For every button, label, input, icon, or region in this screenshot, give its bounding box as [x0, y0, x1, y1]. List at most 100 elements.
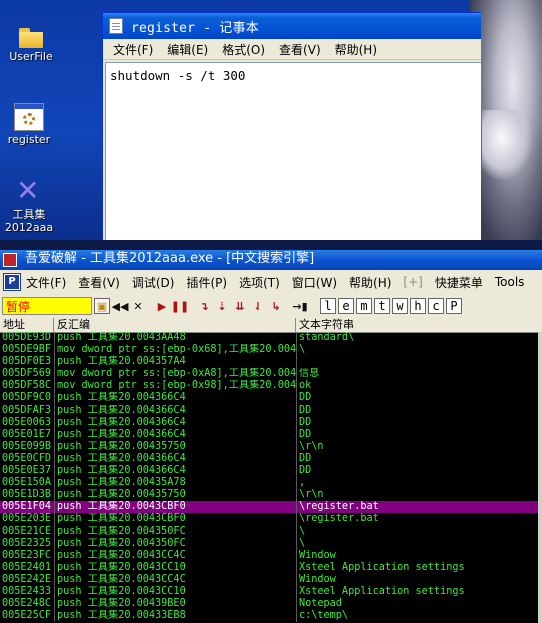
- notepad-titlebar[interactable]: register - 记事本: [103, 13, 481, 39]
- menu-window[interactable]: 窗口(W): [292, 274, 337, 291]
- menu-help[interactable]: 帮助(H): [329, 41, 383, 58]
- memory-map-button[interactable]: m: [356, 298, 372, 314]
- folder-icon: [19, 28, 43, 48]
- disassembly-cell: push 工具集20.004366C4: [54, 428, 296, 441]
- disassembly-cell: mov dword ptr ss:[ebp-0xA8],工具集20.004: [54, 368, 296, 381]
- menu-tools[interactable]: Tools: [495, 275, 525, 289]
- address-cell: 005DF9C0: [2, 392, 52, 404]
- desktop-icon-label: 工具集: [12, 208, 46, 221]
- notepad-text-area[interactable]: shutdown -s /t 300: [105, 62, 481, 240]
- cpu-button[interactable]: c: [428, 298, 444, 314]
- table-row[interactable]: 005E099B push 工具集20.00435750 \r\n: [0, 440, 538, 453]
- notepad-app-icon: [109, 18, 123, 34]
- address-cell: 005DF569: [2, 368, 52, 380]
- menu-view[interactable]: 查看(V): [78, 274, 120, 291]
- disassembly-cell: push 工具集20.0043CC4C: [54, 549, 296, 562]
- listing-scrollbar[interactable]: [538, 332, 542, 623]
- debugger-title: 吾爱破解 - 工具集2012aaa.exe - [中文搜索引擎]: [25, 250, 315, 266]
- table-row[interactable]: 005DE9BF mov dword ptr ss:[ebp-0x68],工具集2…: [0, 344, 538, 357]
- column-header-address[interactable]: 地址: [0, 318, 54, 332]
- patches-button[interactable]: P: [446, 298, 462, 314]
- desktop-icon-register[interactable]: register: [0, 103, 60, 146]
- address-cell: 005DFAF3: [2, 404, 52, 416]
- table-row[interactable]: 005E248C push 工具集20.00439BE0 Notepad: [0, 598, 538, 611]
- address-cell: 005E099B: [2, 440, 52, 452]
- text-string-cell: standard\: [296, 332, 538, 345]
- table-row[interactable]: 005E242E push 工具集20.0043CC4C Window: [0, 573, 538, 586]
- rewind-icon[interactable]: ◀◀: [112, 298, 129, 314]
- text-string-cell: DD: [296, 392, 538, 405]
- disassembly-cell: push 工具集20.0043AA48: [54, 332, 296, 345]
- column-header-text[interactable]: 文本字符串: [296, 318, 542, 332]
- table-row[interactable]: 005E23FC push 工具集20.0043CC4C Window: [0, 549, 538, 562]
- step-over-icon[interactable]: ⇣: [214, 298, 230, 314]
- desktop-icon-userfile[interactable]: UserFile: [0, 28, 62, 63]
- address-cell: 005E2325: [2, 537, 52, 549]
- table-row-selected[interactable]: 005E1F04 push 工具集20.0043CBF0 \register.bat: [0, 501, 538, 514]
- debugger-titlebar[interactable]: 吾爱破解 - 工具集2012aaa.exe - [中文搜索引擎]: [0, 250, 542, 270]
- table-row[interactable]: 005E2325 push 工具集20.004350FC \: [0, 537, 538, 550]
- table-row[interactable]: 005E1D3B push 工具集20.00435750 \r\n: [0, 489, 538, 502]
- table-row[interactable]: 005E150A push 工具集20.00435A78,: [0, 477, 538, 490]
- address-cell: 005E0E37: [2, 465, 52, 477]
- step-into-icon[interactable]: ↴: [196, 298, 212, 314]
- address-cell: 005E01E7: [2, 428, 52, 440]
- menu-file[interactable]: 文件(F): [26, 274, 66, 291]
- table-row[interactable]: 005DFAF3 push 工具集20.004366C4 DD: [0, 404, 538, 417]
- disassembly-cell: push 工具集20.00435750: [54, 489, 296, 502]
- table-row[interactable]: 005E25CF push 工具集20.00433EB8 c:\temp\: [0, 610, 538, 623]
- run-icon[interactable]: ▶: [154, 298, 170, 314]
- trace-into-icon[interactable]: ⇊: [232, 298, 248, 314]
- threads-button[interactable]: t: [374, 298, 390, 314]
- table-row[interactable]: 005E21CE push 工具集20.004350FC \: [0, 525, 538, 538]
- execute-till-return-icon[interactable]: ↳: [268, 298, 284, 314]
- pause-icon[interactable]: ❚❚: [171, 298, 189, 314]
- log-window-button[interactable]: l: [320, 298, 336, 314]
- address-cell: 005DE9BF: [2, 344, 52, 356]
- trace-over-icon[interactable]: ⇃: [250, 298, 266, 314]
- menu-shortcuts[interactable]: 快捷菜单: [435, 274, 483, 291]
- text-string-cell: DD: [296, 452, 538, 466]
- disassembly-cell: push 工具集20.004350FC: [54, 525, 296, 538]
- table-row[interactable]: 005E0CFD push 工具集20.004366C4 DD: [0, 452, 538, 466]
- table-row[interactable]: 005E0E37 push 工具集20.004366C4 DD: [0, 465, 538, 478]
- menu-view[interactable]: 查看(V): [273, 41, 327, 58]
- text-string-cell: Xsteel Application settings: [296, 585, 538, 599]
- table-row[interactable]: 005DF0E3 push 工具集20.004357A4: [0, 356, 538, 369]
- text-string-cell: DD: [296, 465, 538, 478]
- menu-file[interactable]: 文件(F): [107, 41, 159, 58]
- menu-help[interactable]: 帮助(H): [349, 274, 391, 291]
- table-row[interactable]: 005E2433 push 工具集20.0043CC10 Xsteel Applic…: [0, 585, 538, 599]
- p-icon[interactable]: P: [4, 274, 20, 290]
- menu-edit[interactable]: 编辑(E): [161, 41, 214, 58]
- handles-button[interactable]: h: [410, 298, 426, 314]
- table-row[interactable]: 005E203E push 工具集20.0043CBF0 \register.bat: [0, 513, 538, 526]
- desktop-icon-label-line2: 2012aaa: [4, 221, 54, 234]
- column-header-disassembly[interactable]: 反汇编: [54, 318, 296, 332]
- menu-expand[interactable]: [+]: [403, 275, 422, 289]
- open-icon[interactable]: ▣: [94, 298, 110, 314]
- table-row[interactable]: 005DF9C0 push 工具集20.004366C4 DD: [0, 392, 538, 405]
- goto-icon[interactable]: →▮: [292, 298, 308, 314]
- windows-button[interactable]: w: [392, 298, 408, 314]
- address-cell: 005E1D3B: [2, 489, 52, 501]
- disassembly-cell: push 工具集20.004366C4: [54, 404, 296, 417]
- text-string-cell: \: [296, 537, 538, 550]
- table-row[interactable]: 005DE93D push 工具集20.0043AA48 standard\: [0, 332, 538, 345]
- close-icon[interactable]: ✕: [130, 298, 146, 314]
- table-row[interactable]: 005E2401 push 工具集20.0043CC10 Xsteel Applic…: [0, 561, 538, 574]
- disassembly-cell: push 工具集20.004366C4: [54, 465, 296, 478]
- menu-debug[interactable]: 调试(D): [132, 274, 175, 291]
- address-cell: 005E0063: [2, 416, 52, 428]
- batch-file-icon: [14, 103, 44, 131]
- table-row[interactable]: 005E01E7 push 工具集20.004366C4 DD: [0, 428, 538, 441]
- listing-body[interactable]: 005DE93D push 工具集20.0043AA48 standard\ 005D…: [0, 332, 538, 623]
- table-row[interactable]: 005E0063 push 工具集20.004366C4 DD: [0, 416, 538, 429]
- table-row[interactable]: 005DF58C mov dword ptr ss:[ebp-0x98],工具集2…: [0, 380, 538, 393]
- desktop-icon-toolset[interactable]: 工具集 2012aaa: [0, 174, 60, 234]
- menu-options[interactable]: 选项(T): [239, 274, 280, 291]
- menu-plugins[interactable]: 插件(P): [186, 274, 227, 291]
- table-row[interactable]: 005DF569 mov dword ptr ss:[ebp-0xA8],工具集2…: [0, 368, 538, 381]
- executable-modules-button[interactable]: e: [338, 298, 354, 314]
- menu-format[interactable]: 格式(O): [216, 41, 271, 58]
